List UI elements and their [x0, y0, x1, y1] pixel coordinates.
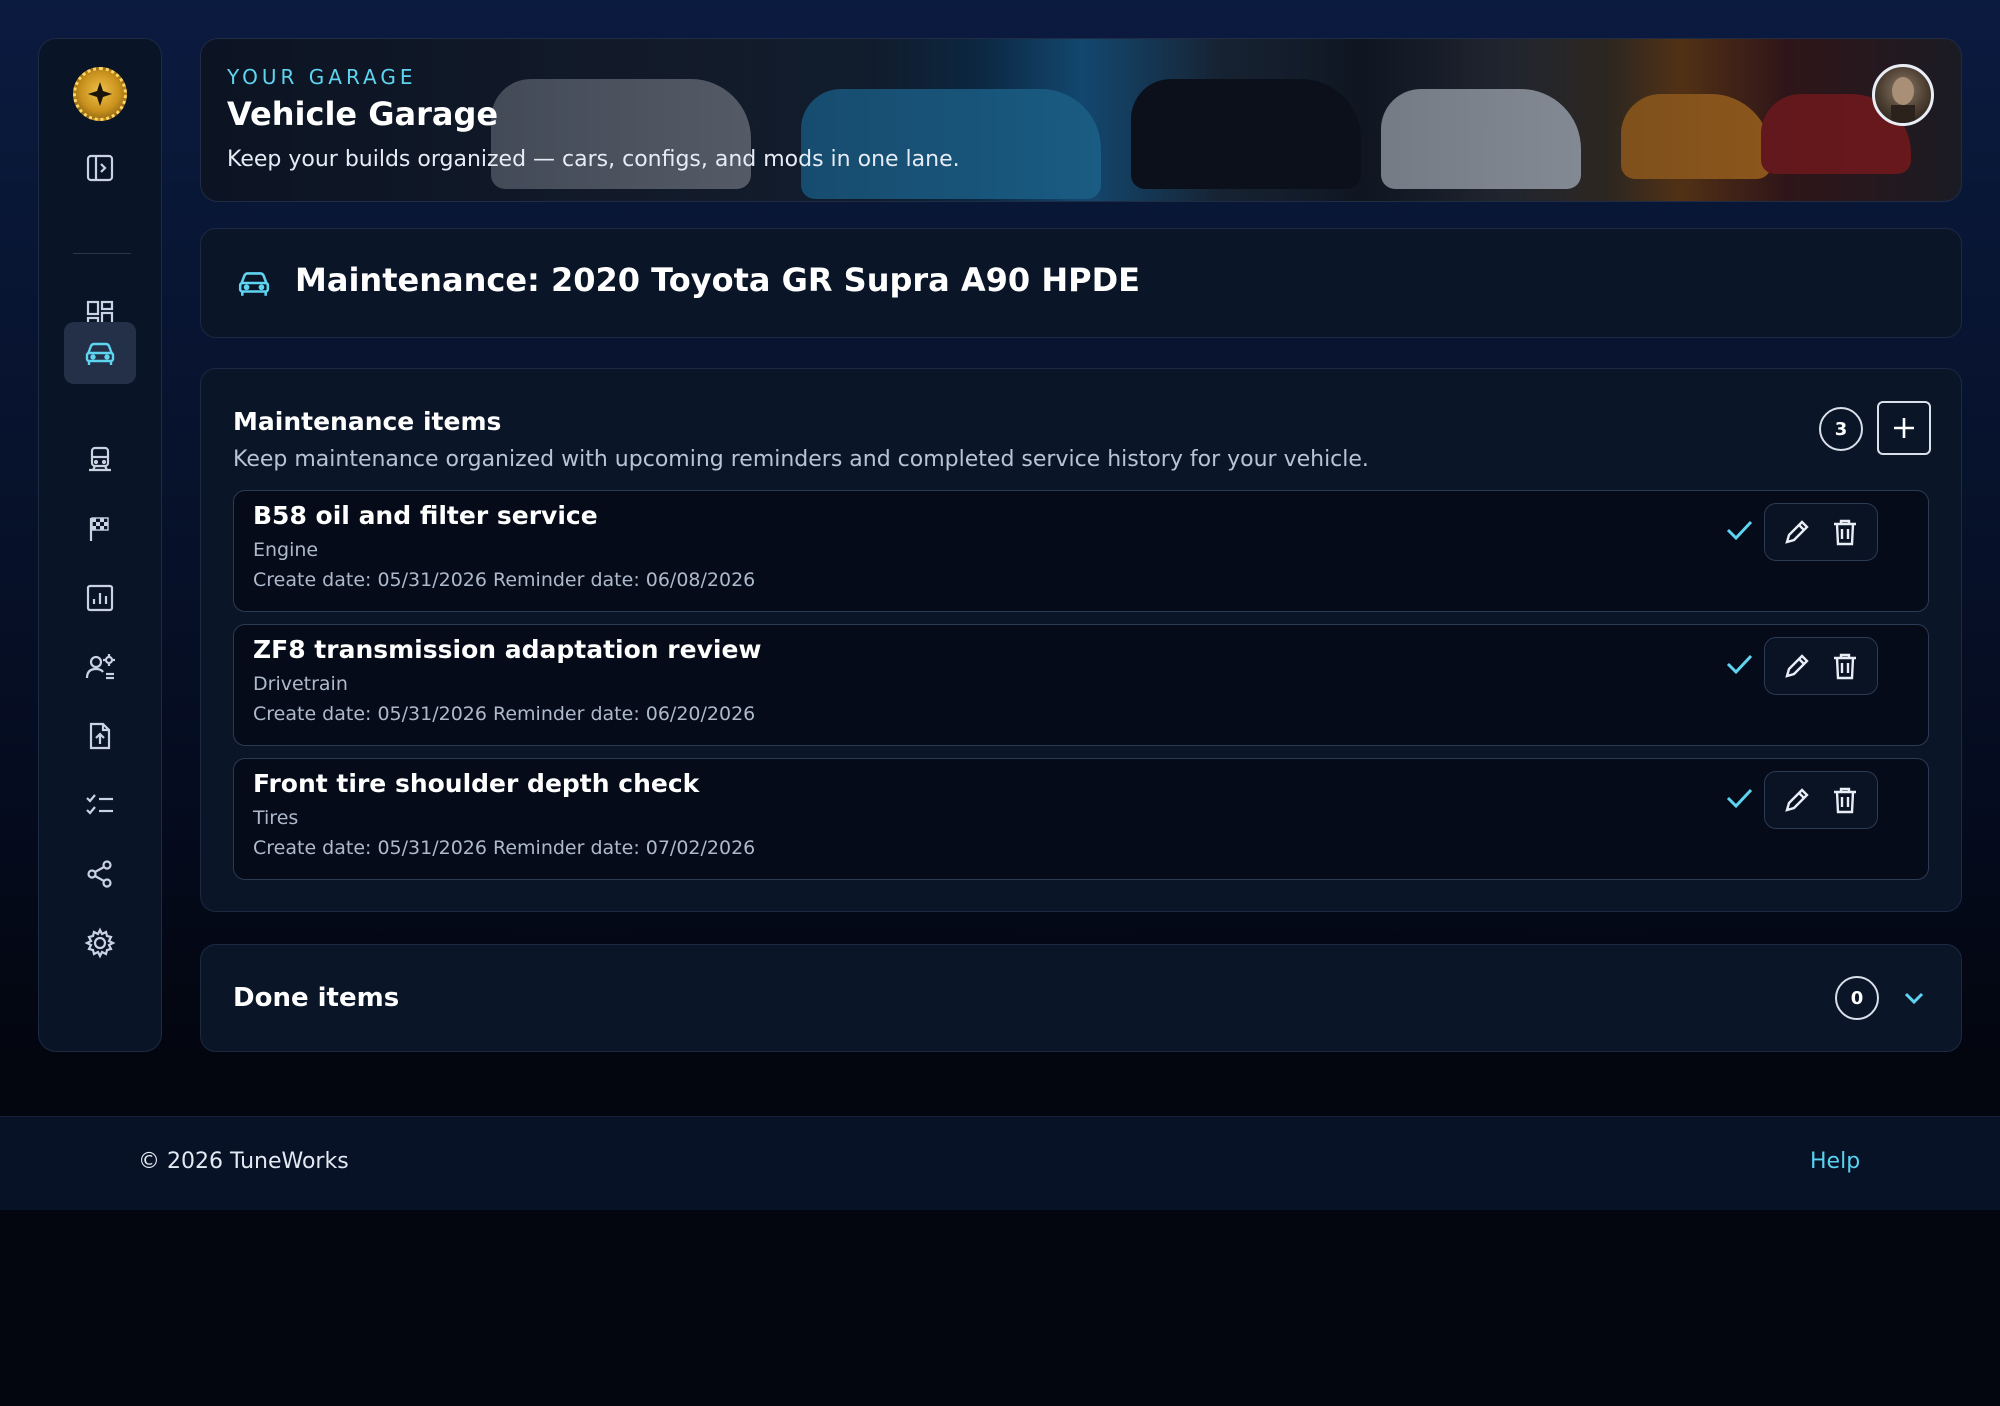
sidebar-item-track[interactable] [64, 498, 136, 560]
done-count-badge: 0 [1835, 976, 1879, 1020]
share-icon [87, 860, 112, 888]
sidebar-divider [73, 253, 131, 254]
footer-copyright: © 2026 TuneWorks [138, 1149, 349, 1174]
item-name: B58 oil and filter service [253, 501, 598, 530]
maintenance-item[interactable]: Front tire shoulder depth check Tires Cr… [233, 758, 1929, 880]
car-icon [238, 272, 270, 296]
file-upload-icon [89, 722, 111, 750]
delete-icon[interactable] [1830, 651, 1860, 681]
edit-icon[interactable] [1782, 785, 1812, 815]
sidebar-item-garage[interactable] [64, 322, 136, 384]
sidebar-item-transport[interactable] [64, 429, 136, 491]
delete-icon[interactable] [1830, 785, 1860, 815]
sidebar-item-tasks[interactable] [64, 774, 136, 836]
edit-icon[interactable] [1782, 651, 1812, 681]
delete-icon[interactable] [1830, 517, 1860, 547]
sidebar-toggle-button[interactable] [64, 137, 136, 199]
done-items-card[interactable]: Done items 0 [200, 944, 1962, 1052]
sidebar-item-team[interactable] [64, 636, 136, 698]
item-dates: Create date: 05/31/2026 Reminder date: 0… [253, 569, 756, 591]
sidebar-toggle-icon [86, 154, 114, 182]
add-maintenance-button[interactable] [1877, 401, 1931, 455]
user-settings-icon [85, 654, 115, 680]
maintenance-item[interactable]: ZF8 transmission adaptation review Drive… [233, 624, 1929, 746]
app-logo[interactable] [73, 67, 127, 121]
mark-done-check-icon[interactable] [1724, 783, 1754, 813]
chevron-down-icon[interactable] [1901, 987, 1927, 1009]
footer: © 2026 TuneWorks Help [0, 1116, 2000, 1210]
maintenance-items-card: Maintenance items Keep maintenance organ… [200, 368, 1962, 912]
help-link[interactable]: Help [1810, 1149, 1860, 1174]
page-title: Maintenance: 2020 Toyota GR Supra A90 HP… [295, 261, 1140, 299]
item-dates: Create date: 05/31/2026 Reminder date: 0… [253, 837, 756, 859]
item-category: Drivetrain [253, 673, 348, 695]
maintenance-heading: Maintenance items [233, 407, 502, 436]
item-category: Engine [253, 539, 319, 561]
banner-subtitle: Keep your builds organized — cars, confi… [227, 147, 960, 172]
item-category: Tires [253, 807, 299, 829]
car-icon [85, 342, 115, 365]
banner-title: Vehicle Garage [227, 95, 499, 133]
maintenance-count-badge: 3 [1819, 407, 1863, 451]
garage-banner: YOUR GARAGE Vehicle Garage Keep your bui… [200, 38, 1962, 202]
maintenance-item[interactable]: B58 oil and filter service Engine Create… [233, 490, 1929, 612]
plus-icon [1894, 418, 1914, 438]
maintenance-description: Keep maintenance organized with upcoming… [233, 447, 1369, 472]
item-actions [1764, 771, 1878, 829]
vehicle-title-card: Maintenance: 2020 Toyota GR Supra A90 HP… [200, 228, 1962, 338]
sidebar-item-analytics[interactable] [64, 567, 136, 629]
sidebar-item-files[interactable] [64, 705, 136, 767]
race-flag-icon [89, 517, 109, 541]
done-heading: Done items [233, 983, 400, 1013]
train-icon [89, 446, 111, 472]
checklist-icon [86, 794, 113, 815]
gear-icon [84, 927, 116, 959]
user-avatar[interactable] [1872, 64, 1934, 126]
sidebar [38, 38, 162, 1052]
mark-done-check-icon[interactable] [1724, 515, 1754, 545]
edit-icon[interactable] [1782, 517, 1812, 547]
analytics-icon [86, 584, 114, 612]
sidebar-item-share[interactable] [64, 843, 136, 905]
sidebar-item-settings[interactable] [64, 912, 136, 974]
banner-eyebrow: YOUR GARAGE [227, 65, 417, 89]
item-dates: Create date: 05/31/2026 Reminder date: 0… [253, 703, 756, 725]
item-actions [1764, 503, 1878, 561]
item-actions [1764, 637, 1878, 695]
item-name: Front tire shoulder depth check [253, 769, 700, 798]
mark-done-check-icon[interactable] [1724, 649, 1754, 679]
item-name: ZF8 transmission adaptation review [253, 635, 762, 664]
